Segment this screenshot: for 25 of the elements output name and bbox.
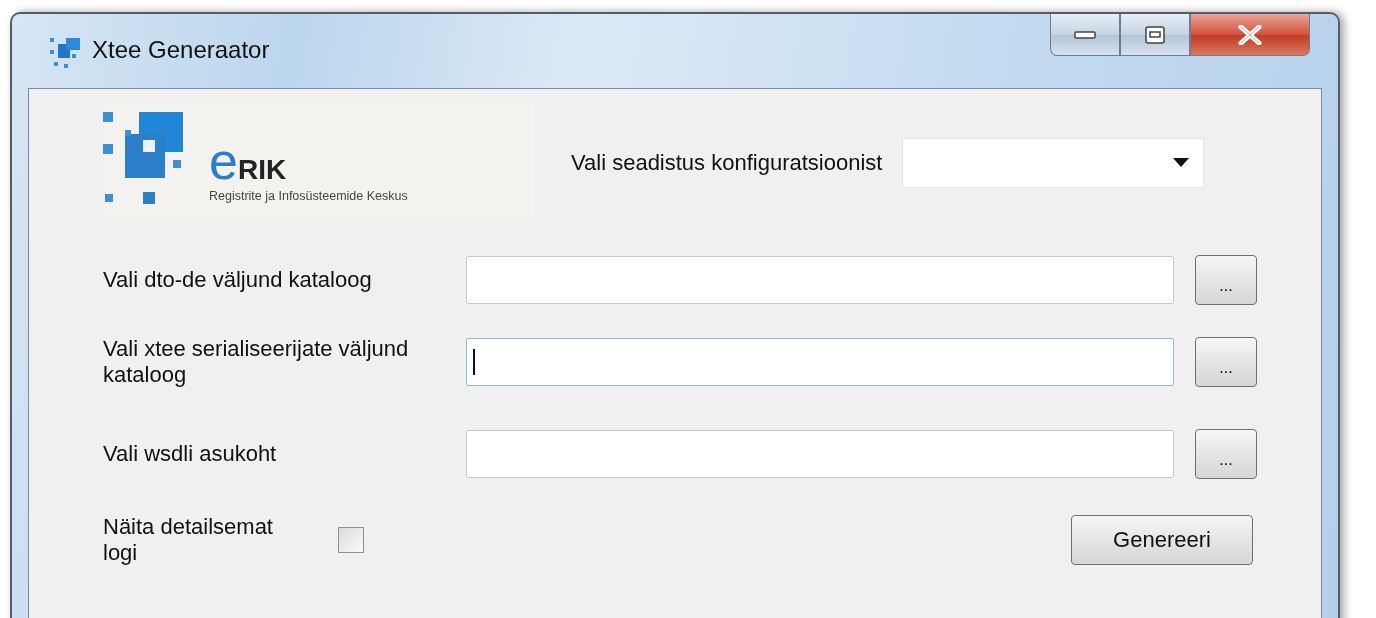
browse-button[interactable]: ...: [1195, 429, 1257, 479]
field-label: Vali wsdli asukoht: [103, 440, 278, 468]
app-icon: [48, 36, 82, 70]
config-label: Vali seadistus konfiguratsioonist: [571, 150, 883, 176]
maximize-icon: [1145, 25, 1165, 44]
browse-button[interactable]: ...: [1195, 337, 1257, 387]
window-title: Xtee Generaator: [92, 36, 270, 64]
close-button[interactable]: [1190, 14, 1310, 56]
path-input-field[interactable]: [466, 430, 1174, 478]
browse-button[interactable]: ...: [1195, 255, 1257, 305]
generate-button[interactable]: Genereeri: [1071, 515, 1253, 565]
maximize-button[interactable]: [1120, 14, 1190, 56]
field-label: Vali xtee serialiseerijate väljund kataloog: [103, 335, 410, 389]
checkbox-label: Näita detailsemat logi: [103, 513, 274, 567]
dropdown-caret-icon: [1173, 158, 1190, 168]
verbose-log-checkbox[interactable]: [338, 527, 364, 553]
minimize-button[interactable]: [1050, 14, 1120, 56]
text-caret: [473, 349, 475, 375]
logo-subtitle: Registrite ja Infosüsteemide Keskus: [209, 189, 408, 203]
path-input-field[interactable]: [466, 256, 1174, 304]
close-icon: [1238, 24, 1262, 45]
logo-wordmark: eRIK: [209, 135, 288, 187]
path-input-field[interactable]: [466, 338, 1174, 386]
field-label: Vali dto-de väljund kataloog: [103, 266, 373, 294]
minimize-icon: [1074, 30, 1096, 39]
